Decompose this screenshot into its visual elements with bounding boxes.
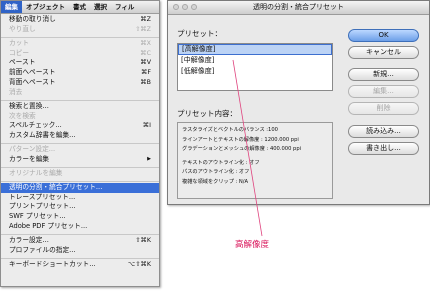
callout-line: [232, 59, 263, 237]
callout-leader: [232, 59, 263, 237]
callout-annotation: 高解像度: [235, 240, 270, 250]
